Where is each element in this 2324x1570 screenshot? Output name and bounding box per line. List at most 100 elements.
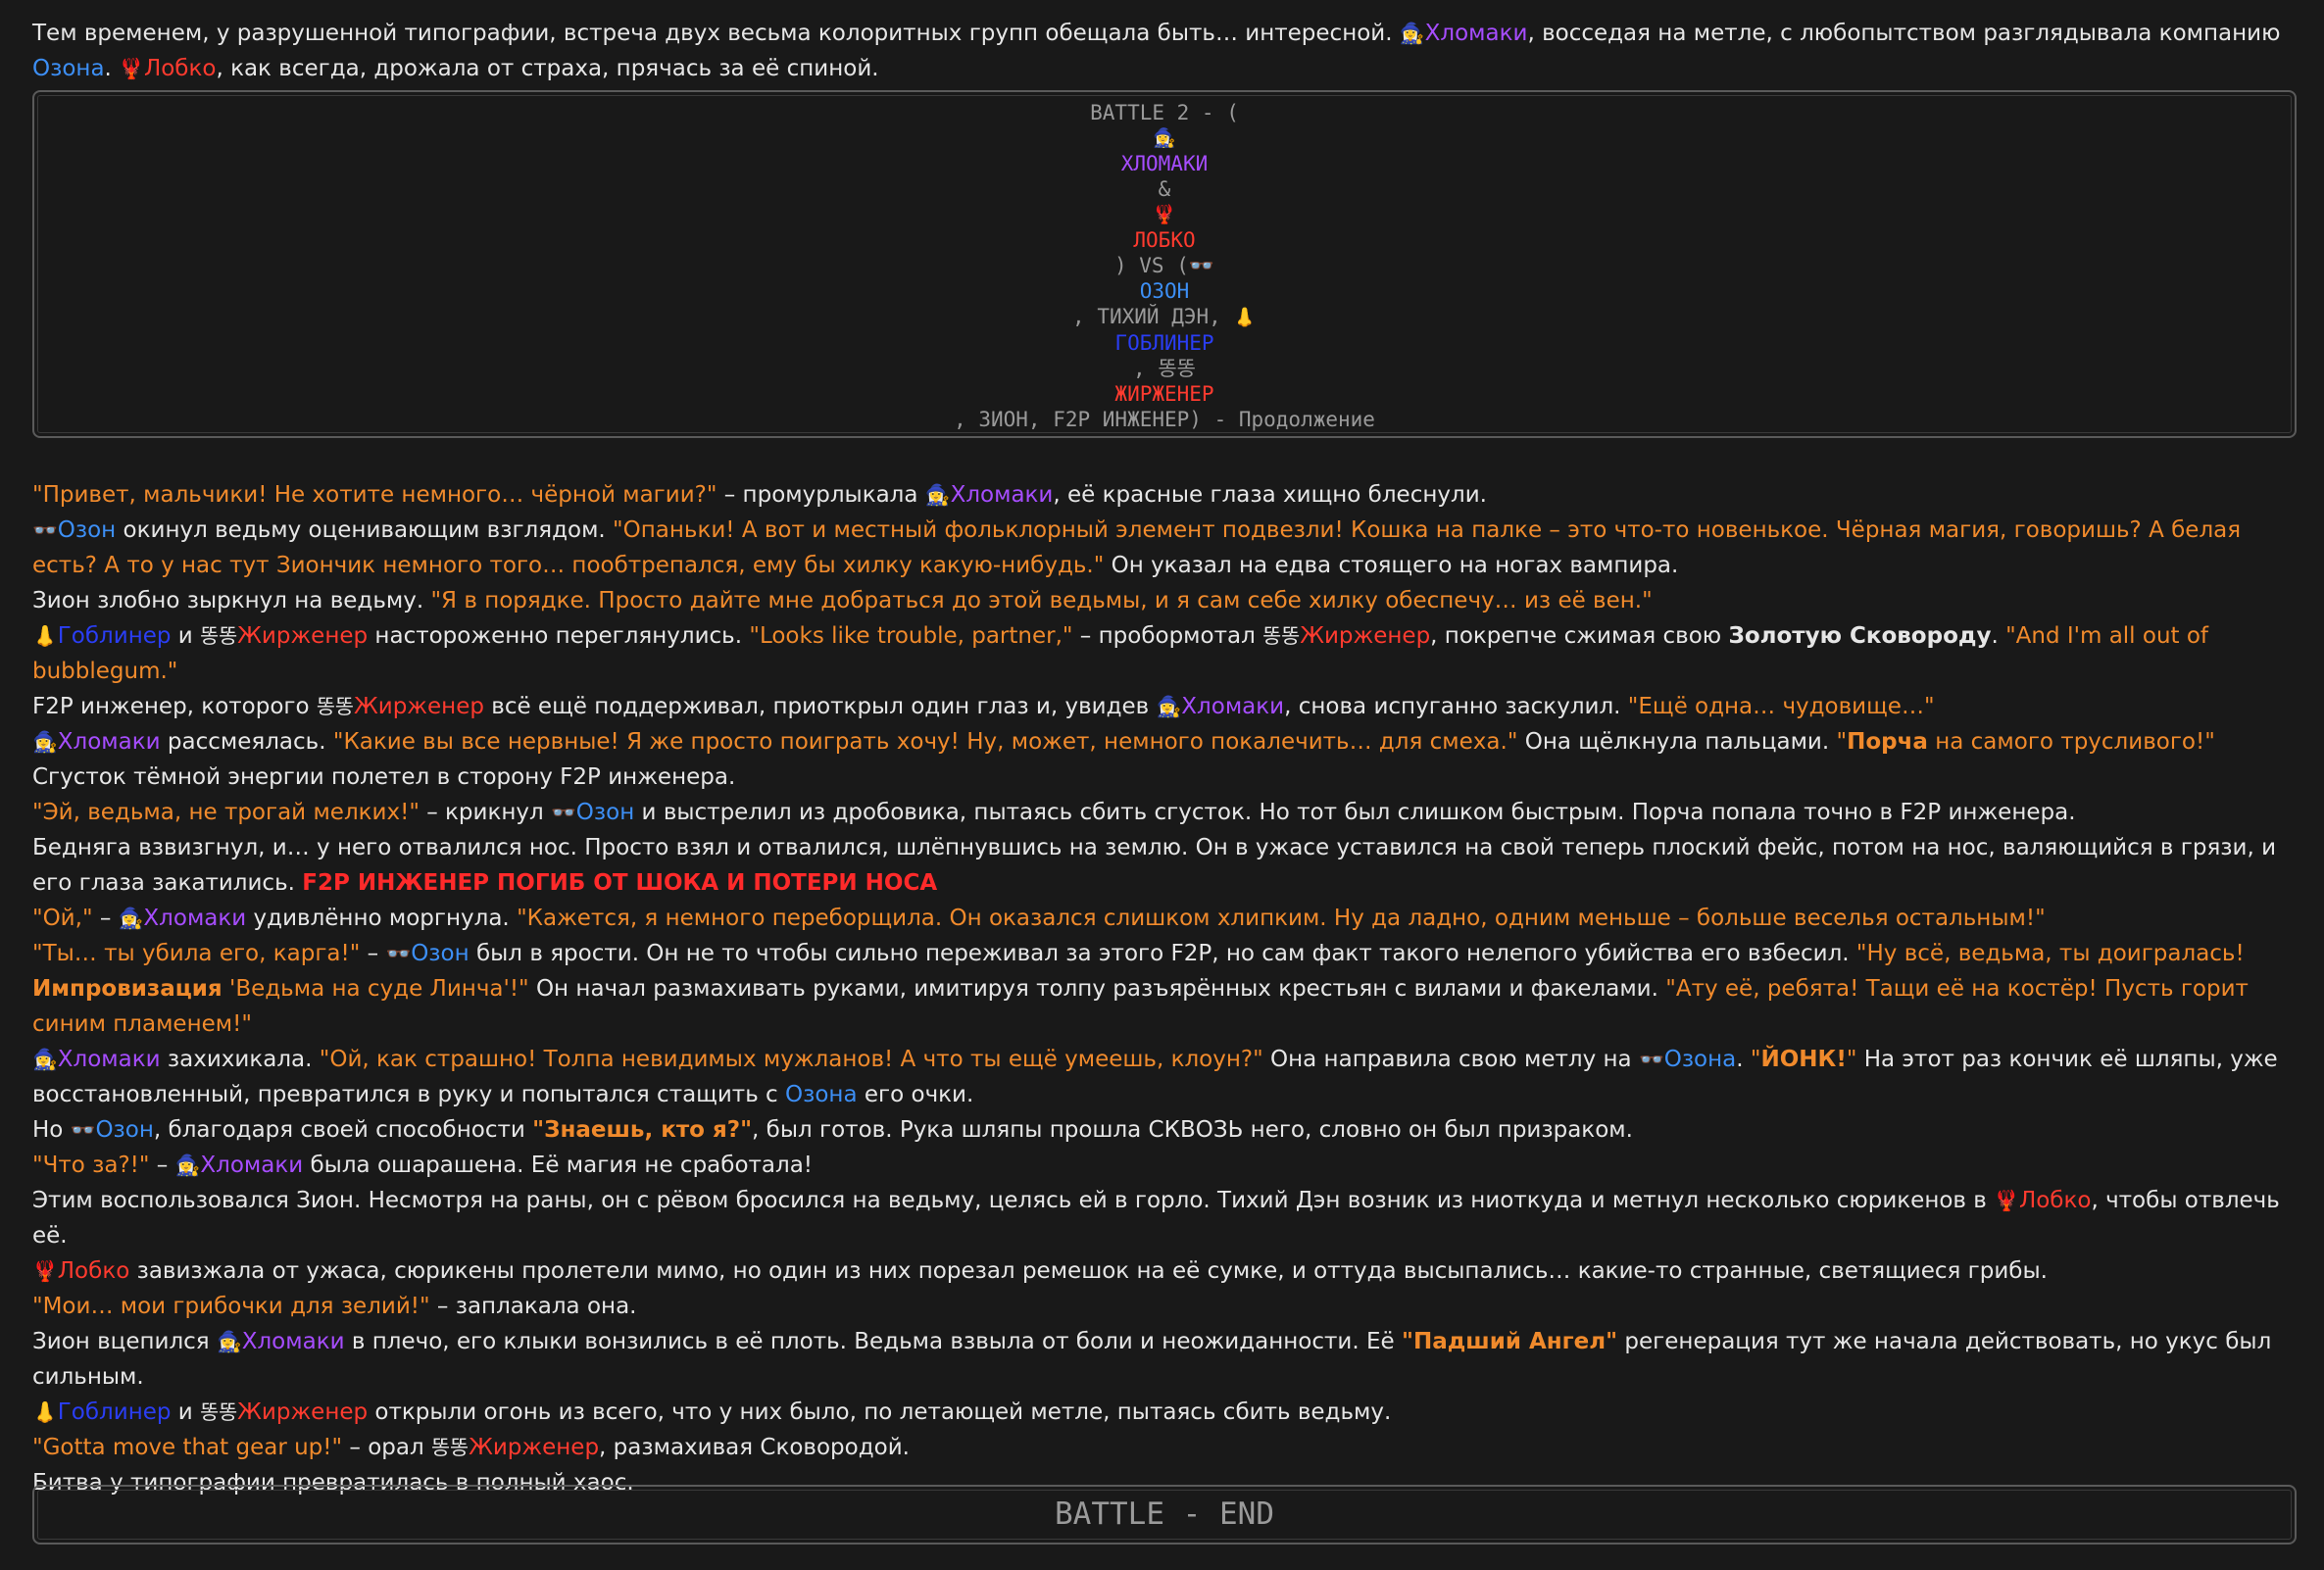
character-lobko: Лобко [57, 1258, 130, 1284]
battle-end-label: BATTLE - END [1055, 1496, 1274, 1532]
glasses-icon: 👓 [32, 518, 58, 542]
narration-text: – [92, 906, 119, 931]
character-xlomaki: Хломаки [950, 482, 1054, 508]
battle-team-lobko: ЛОБКО [1133, 228, 1196, 252]
battle-separator: , 똥똥 [1133, 357, 1196, 380]
narration-text: Этим воспользовался Зион. Несмотря на ра… [32, 1188, 1995, 1213]
witch-icon: 🧙‍♀️ [216, 1330, 242, 1353]
story-log: Тем временем, у разрушенной типографии, … [32, 16, 2297, 1500]
narration-text: , покрепче сжимая свою [1430, 623, 1729, 649]
character-xlomaki: Хломаки [1181, 694, 1285, 719]
battle-team-rest: , ЗИОН, F2P ИНЖЕНЕР) - Продолжение [954, 408, 1375, 431]
witch-icon: 🧙‍♀️ [118, 907, 144, 930]
intro-paragraph: Тем временем, у разрушенной типографии, … [32, 16, 2297, 86]
quote: "Ещё одна… чудовище…" [1627, 694, 1935, 719]
character-ozon: Озон [95, 1117, 154, 1143]
character-xlomaki: Хломаки [57, 1047, 161, 1072]
glasses-icon: 👓 [385, 942, 412, 965]
narration-text: была ошарашена. Её магия не сработала! [303, 1153, 814, 1178]
character-ozon: Озона [1663, 1047, 1737, 1072]
character-ozon: Озона [32, 56, 105, 81]
battle-team-zhirzhener: ЖИРЖЕНЕР [1114, 382, 1214, 406]
glasses-icon: 👓 [70, 1118, 96, 1142]
story-paragraph: "Привет, мальчики! Не хотите немного… чё… [32, 477, 2297, 513]
ddong-icon: 똥똥 [430, 1436, 470, 1459]
narration-text: . [104, 56, 120, 81]
narration-text: Зион злобно зыркнул на ведьму. [32, 588, 431, 613]
narration-text: , как всегда, дрожала от страха, прячась… [216, 56, 879, 81]
battle-line-dan: , ТИХИЙ ДЭН, 👃 [34, 304, 2295, 330]
quote: "Что за?!" [32, 1153, 150, 1178]
battle-ampersand: & [1158, 177, 1171, 201]
item-name: Золотую Сковороду [1728, 623, 1992, 649]
story-paragraph: Бедняга взвизгнул, и… у него отвалился н… [32, 830, 2297, 901]
narration-text: – орал [342, 1435, 431, 1460]
quote: "Мои… мои грибочки для зелий!" [32, 1294, 430, 1319]
narration-text: – промурлыкала [717, 482, 925, 508]
lobster-icon: 🦞 [1994, 1189, 2019, 1212]
witch-icon: 🧙‍♀️ [1156, 695, 1182, 718]
narration-text: . [1736, 1047, 1751, 1072]
story-paragraph: "Gotta move that gear up!" – орал 똥똥Жирж… [32, 1430, 2297, 1465]
battle-team-dan: , ТИХИЙ ДЭН, [1072, 305, 1234, 328]
battle-team-goblinner: ГОБЛИНЕР [1114, 331, 1214, 355]
character-goblinner: Гоблинер [57, 623, 172, 649]
narration-text: Она щёлкнула пальцами. [1517, 729, 1837, 755]
narration-text: , снова испуганно заскулил. [1284, 694, 1628, 719]
witch-icon: 🧙‍♀️ [924, 483, 951, 507]
character-ozon: Озона [785, 1082, 858, 1107]
character-ozon: Озон [411, 941, 470, 966]
quote: "Я в порядке. Просто дайте мне добраться… [430, 588, 1653, 613]
narration-text: захихикала. [160, 1047, 320, 1072]
nose-icon: 👃 [32, 624, 58, 648]
character-lobko: Лобко [2018, 1188, 2092, 1213]
skill-name: Порча [1847, 729, 1928, 755]
narration-text: – пробормотал [1072, 623, 1263, 649]
character-xlomaki: Хломаки [57, 729, 161, 755]
story-paragraph: Зион злобно зыркнул на ведьму. "Я в поря… [32, 583, 2297, 618]
story-paragraph: Зион вцепился 🧙‍♀️Хломаки в плечо, его к… [32, 1324, 2297, 1395]
narration-text: завизжала от ужаса, сюрикены пролетели м… [129, 1258, 2048, 1284]
battle-end-box: BATTLE - END [32, 1485, 2297, 1545]
narration-text: Тем временем, у разрушенной типографии, … [32, 21, 1400, 46]
character-xlomaki: Хломаки [200, 1153, 304, 1178]
narration-text: – [149, 1153, 175, 1178]
quote: " [1846, 1047, 1857, 1072]
narration-text: , был готов. Рука шляпы прошла СКВОЗЬ не… [752, 1117, 1633, 1143]
skill-name: Импровизация [32, 976, 223, 1002]
narration-text: и выстрелил из дробовика, пытаясь сбить … [634, 800, 2076, 825]
character-goblinner: Гоблинер [57, 1399, 172, 1425]
story-paragraph: 🦞Лобко завизжала от ужаса, сюрикены прол… [32, 1253, 2297, 1289]
narration-text: F2P инженер, которого [32, 694, 317, 719]
narration-text: , её красные глаза хищно блеснули. [1053, 482, 1487, 508]
narration-text: открыли огонь из всего, что у них было, … [368, 1399, 1392, 1425]
quote: 'Ведьма на суде Линча'!" [222, 976, 529, 1002]
narration-text: рассмеялась. [160, 729, 333, 755]
story-paragraph: "Ой," – 🧙‍♀️Хломаки удивлённо моргнула. … [32, 901, 2297, 936]
quote: "Gotta move that gear up!" [32, 1435, 343, 1460]
quote: "Привет, мальчики! Не хотите немного… чё… [32, 482, 717, 508]
narration-text: всё ещё поддерживал, приоткрыл один глаз… [483, 694, 1157, 719]
witch-icon: 🧙‍♀️ [1399, 22, 1425, 45]
quote: " [1750, 1047, 1761, 1072]
narration-text: , благодаря своей способности [153, 1117, 533, 1143]
ddong-icon: 똥똥 [200, 624, 238, 648]
story-paragraph: Этим воспользовался Зион. Несмотря на ра… [32, 1183, 2297, 1253]
character-ozon: Озон [575, 800, 635, 825]
narration-text: удивлённо моргнула. [246, 906, 518, 931]
character-zhirzhener: Жирженер [237, 1399, 369, 1425]
quote: "Ой," [32, 906, 93, 931]
story-paragraph: "Что за?!" – 🧙‍♀️Хломаки была ошарашена.… [32, 1148, 2297, 1183]
character-lobko: Лобко [143, 56, 217, 81]
narration-text: настороженно переглянулись. [368, 623, 750, 649]
lobster-icon: 🦞 [1153, 204, 1176, 225]
story-paragraph: Но 👓Озон, благодаря своей способности "З… [32, 1112, 2297, 1148]
skill-name: ЙОНК! [1760, 1047, 1847, 1072]
narration-text: , размахивая Сковородой. [599, 1435, 910, 1460]
battle-header-box: BATTLE 2 - ( 🧙‍♀️ ХЛОМАКИ & 🦞 ЛОБКО ) VS… [32, 90, 2297, 438]
narration-text: . [1991, 623, 2006, 649]
story-paragraph: 👓Озон окинул ведьму оценивающим взглядом… [32, 513, 2297, 583]
glasses-icon: 👓 [1638, 1048, 1664, 1071]
narration-text: его очки. [857, 1082, 974, 1107]
